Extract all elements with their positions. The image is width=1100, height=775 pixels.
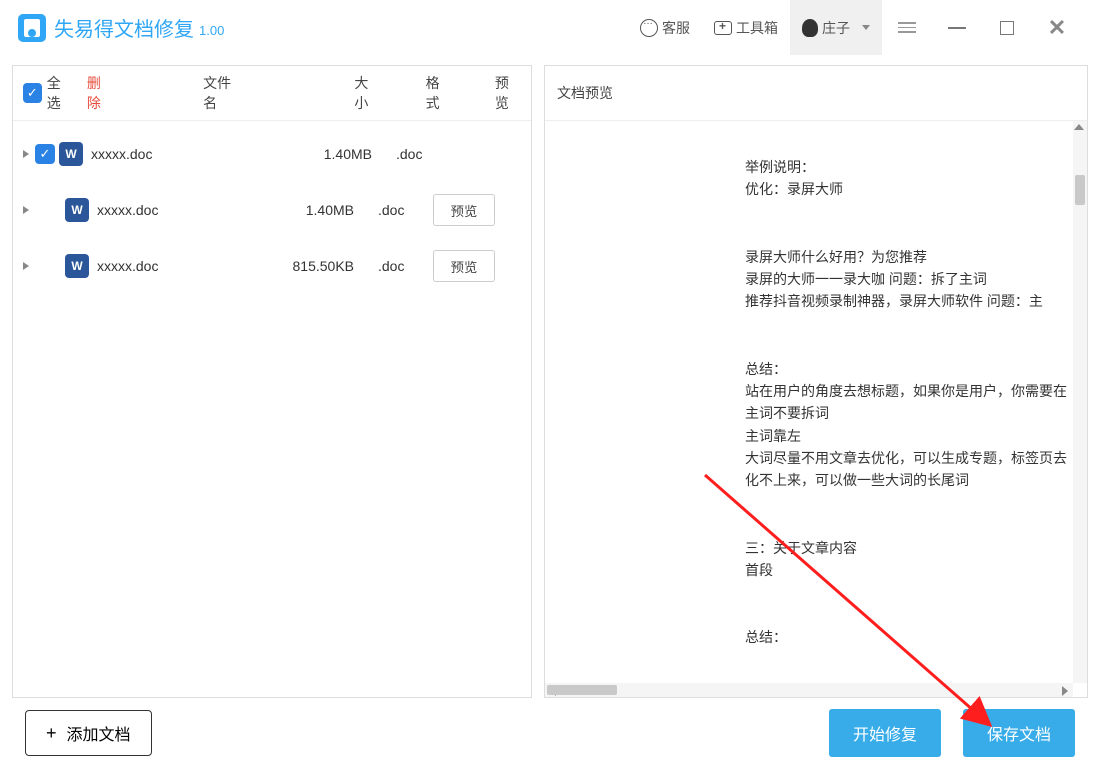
col-format-header: 格式 — [426, 73, 452, 113]
delete-button[interactable]: 删除 — [87, 73, 113, 113]
file-list-panel: ✓ 全选 删除 文件名 大小 格式 预览 ✓Wxxxxx.doc1.40MB.d… — [12, 65, 532, 698]
preview-body: 举例说明：优化：录屏大师 录屏大师什么好用？为您推荐录屏的大师一一录大咖 问题：… — [545, 121, 1087, 697]
preview-line — [745, 201, 1067, 223]
col-preview-header: 预览 — [495, 73, 521, 113]
select-all-label: 全选 — [47, 73, 73, 113]
file-list-header: ✓ 全选 删除 文件名 大小 格式 预览 — [13, 66, 531, 121]
minimize-icon — [948, 27, 966, 29]
file-size: 1.40MB — [283, 202, 378, 218]
preview-title: 文档预览 — [557, 83, 613, 103]
preview-line: 首段 — [745, 559, 1067, 581]
preview-line: 推荐抖音视频录制神器，录屏大师软件 问题：主 — [745, 290, 1067, 312]
word-doc-icon: W — [65, 198, 89, 222]
support-button[interactable]: 客服 — [628, 0, 702, 55]
menu-button[interactable] — [882, 0, 932, 55]
preview-line: 录屏大师什么好用？为您推荐 — [745, 246, 1067, 268]
preview-line: 优化：录屏大师 — [745, 178, 1067, 200]
expand-toggle-icon[interactable] — [23, 262, 29, 270]
bottom-bar: + 添加文档 开始修复 保存文档 — [25, 709, 1075, 757]
preview-line — [745, 581, 1067, 603]
close-button[interactable]: ✕ — [1032, 0, 1082, 55]
word-doc-icon: W — [59, 142, 83, 166]
titlebar: 失易得文档修复 1.00 客服 工具箱 庄子 ✕ — [0, 0, 1100, 55]
preview-line — [745, 492, 1067, 514]
preview-header: 文档预览 — [545, 66, 1087, 121]
preview-line: 总结： — [745, 358, 1067, 380]
maximize-button[interactable] — [982, 0, 1032, 55]
preview-button[interactable]: 预览 — [433, 194, 495, 226]
col-size-header: 大小 — [354, 73, 380, 113]
preview-line — [745, 223, 1067, 245]
preview-line — [745, 335, 1067, 357]
save-document-button[interactable]: 保存文档 — [963, 709, 1075, 757]
preview-button[interactable]: 预览 — [433, 250, 495, 282]
start-repair-button[interactable]: 开始修复 — [829, 709, 941, 757]
preview-line: 三：关于文章内容 — [745, 537, 1067, 559]
row-checkbox[interactable]: ✓ — [35, 144, 55, 164]
preview-line: 主词不要拆词 — [745, 402, 1067, 424]
file-size: 1.40MB — [301, 146, 396, 162]
qq-icon — [802, 19, 818, 37]
file-row[interactable]: ✓Wxxxxx.doc1.40MB.doc — [13, 126, 531, 182]
scroll-right-arrow-icon — [1062, 686, 1068, 696]
file-name: xxxxx.doc — [91, 146, 301, 162]
file-row[interactable]: Wxxxxx.doc815.50KB.doc预览 — [13, 238, 531, 294]
preview-line: 化不上来，可以做一些大词的长尾词 — [745, 469, 1067, 491]
maximize-icon — [1000, 21, 1014, 35]
preview-line: 大词尽量不用文章去优化，可以生成专题，标签页去 — [745, 447, 1067, 469]
preview-panel: 文档预览 举例说明：优化：录屏大师 录屏大师什么好用？为您推荐录屏的大师一一录大… — [544, 65, 1088, 698]
file-format: .doc — [378, 202, 433, 218]
select-all-checkbox[interactable]: ✓ — [23, 83, 42, 103]
toolbox-button[interactable]: 工具箱 — [702, 0, 790, 55]
app-logo-icon — [18, 14, 46, 42]
user-label: 庄子 — [822, 18, 850, 38]
preview-line: 站在用户的角度去想标题，如果你是用户，你需要在 — [745, 380, 1067, 402]
minimize-button[interactable] — [932, 0, 982, 55]
file-format: .doc — [396, 146, 451, 162]
file-size: 815.50KB — [283, 258, 378, 274]
expand-toggle-icon[interactable] — [23, 206, 29, 214]
file-name: xxxxx.doc — [97, 258, 283, 274]
file-name: xxxxx.doc — [97, 202, 283, 218]
preview-line: 录屏的大师一一录大咖 问题：拆了主词 — [745, 268, 1067, 290]
expand-toggle-icon[interactable] — [23, 150, 29, 158]
file-format: .doc — [378, 258, 433, 274]
support-label: 客服 — [662, 18, 690, 38]
horizontal-scrollbar[interactable] — [545, 683, 1073, 697]
main-content: ✓ 全选 删除 文件名 大小 格式 预览 ✓Wxxxxx.doc1.40MB.d… — [0, 55, 1100, 698]
preview-line: 举例说明： — [745, 156, 1067, 178]
chevron-down-icon — [862, 25, 870, 30]
preview-line: 主词靠左 — [745, 425, 1067, 447]
horizontal-scroll-thumb[interactable] — [547, 685, 617, 695]
vertical-scroll-thumb[interactable] — [1075, 175, 1085, 205]
chat-icon — [640, 19, 658, 37]
close-icon: ✕ — [1048, 15, 1066, 41]
preview-line — [745, 604, 1067, 626]
file-rows: ✓Wxxxxx.doc1.40MB.docWxxxxx.doc1.40MB.do… — [13, 121, 531, 294]
col-name-header: 文件名 — [203, 73, 242, 113]
preview-line — [745, 313, 1067, 335]
word-doc-icon: W — [65, 254, 89, 278]
scroll-up-arrow-icon — [1074, 124, 1084, 130]
preview-line: 总结： — [745, 626, 1067, 648]
toolbox-label: 工具箱 — [736, 18, 778, 38]
toolbox-icon — [714, 21, 732, 35]
file-row[interactable]: Wxxxxx.doc1.40MB.doc预览 — [13, 182, 531, 238]
plus-icon: + — [46, 723, 57, 744]
app-title: 失易得文档修复 — [54, 13, 194, 42]
add-document-label: 添加文档 — [67, 721, 131, 745]
hamburger-icon — [898, 22, 916, 33]
add-document-button[interactable]: + 添加文档 — [25, 710, 152, 756]
vertical-scrollbar[interactable] — [1073, 121, 1087, 683]
user-dropdown[interactable]: 庄子 — [790, 0, 882, 55]
app-version: 1.00 — [199, 23, 224, 38]
preview-line — [745, 514, 1067, 536]
